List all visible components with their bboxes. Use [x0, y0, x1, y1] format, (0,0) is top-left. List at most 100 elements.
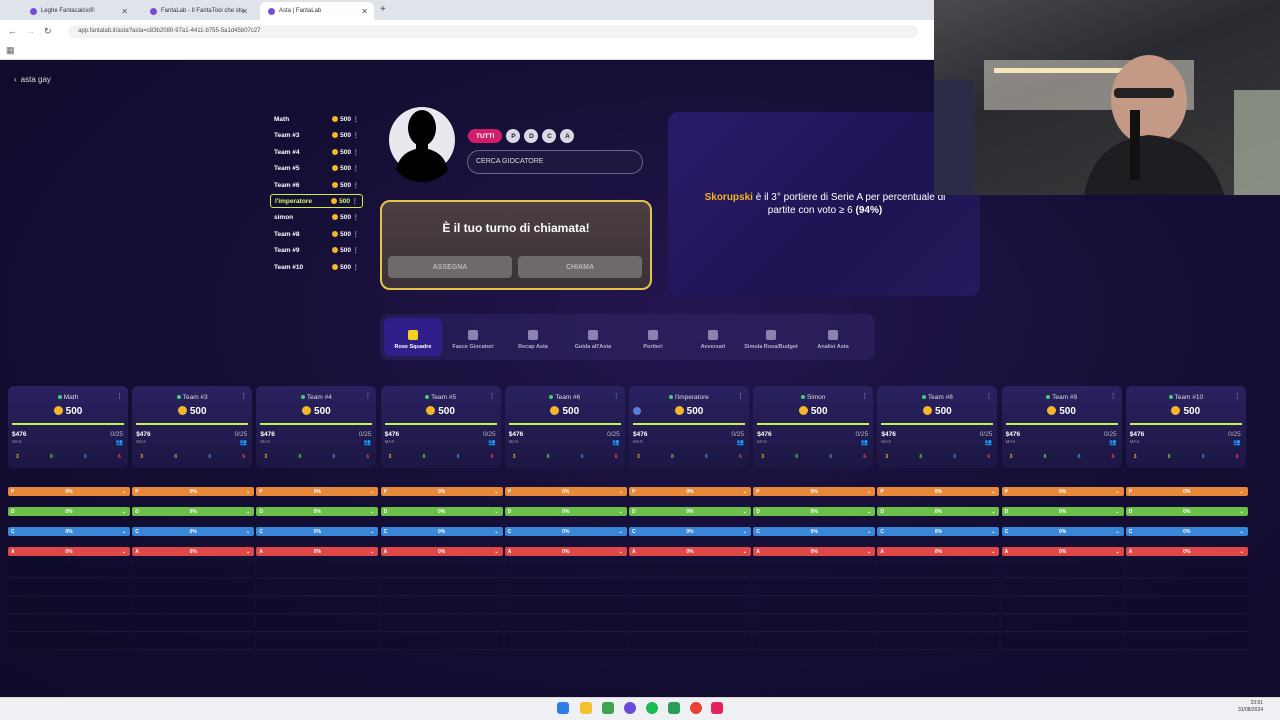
role-filter-dropdown[interactable]: D 0% ⌄	[1001, 507, 1124, 516]
role-filter-dropdown[interactable]: C 0% ⌄	[380, 527, 503, 536]
team-list-item[interactable]: Math 500 ⋮	[270, 112, 363, 126]
team-list-item[interactable]: Team #9 500 ⋮	[270, 243, 363, 257]
role-filter-dropdown[interactable]: P 0% ⌄	[8, 487, 130, 496]
more-options-icon[interactable]: ⋮	[353, 230, 360, 238]
role-filter-dropdown[interactable]: P 0% ⌄	[629, 487, 751, 496]
more-options-icon[interactable]: ⋮	[353, 246, 360, 254]
filter-a[interactable]: A	[560, 129, 575, 143]
role-filter-dropdown[interactable]: C 0% ⌄	[629, 527, 751, 536]
more-options-icon[interactable]: ⋮	[737, 392, 744, 400]
more-options-icon[interactable]: ⋮	[1110, 392, 1117, 400]
role-filter-dropdown[interactable]: C 0% ⌄	[504, 527, 627, 536]
role-filter-dropdown[interactable]: P 0% ⌄	[1125, 487, 1248, 496]
menu-tab[interactable]: Guida all'Asta	[564, 318, 622, 356]
more-options-icon[interactable]: ⋮	[489, 392, 496, 400]
app-icon[interactable]	[668, 702, 680, 714]
menu-tab[interactable]: Portieri	[624, 318, 682, 356]
role-filter-dropdown[interactable]: A 0% ⌄	[132, 547, 255, 556]
browser-tab[interactable]: FantaLab - Il FantaTool che stu ✕	[142, 2, 254, 20]
more-options-icon[interactable]: ⋮	[613, 392, 620, 400]
menu-tab[interactable]: Avversari	[684, 318, 742, 356]
team-list-item[interactable]: Team #8 500 ⋮	[270, 227, 363, 241]
role-filter-dropdown[interactable]: A 0% ⌄	[1125, 547, 1248, 556]
tiktok-icon[interactable]	[711, 702, 723, 714]
role-filter-dropdown[interactable]: A 0% ⌄	[1001, 547, 1124, 556]
more-options-icon[interactable]: ⋮	[353, 148, 360, 156]
role-filter-dropdown[interactable]: P 0% ⌄	[1001, 487, 1124, 496]
more-options-icon[interactable]: ⋮	[364, 392, 371, 400]
more-options-icon[interactable]: ⋮	[116, 392, 123, 400]
role-filter-dropdown[interactable]: A 0% ⌄	[629, 547, 751, 556]
filter-all[interactable]: TUTTI	[468, 129, 503, 143]
role-filter-dropdown[interactable]: A 0% ⌄	[8, 547, 130, 556]
role-filter-dropdown[interactable]: A 0% ⌄	[380, 547, 503, 556]
team-list-item[interactable]: l'imperatore 500 ⋮	[270, 194, 363, 208]
close-tab-icon[interactable]: ✕	[121, 7, 128, 16]
reload-icon[interactable]: ↻	[44, 26, 52, 37]
role-filter-dropdown[interactable]: P 0% ⌄	[132, 487, 255, 496]
team-list-item[interactable]: simon 500 ⋮	[270, 210, 363, 224]
filter-c[interactable]: C	[542, 129, 557, 143]
role-filter-dropdown[interactable]: D 0% ⌄	[256, 507, 379, 516]
more-options-icon[interactable]: ⋮	[240, 392, 247, 400]
forward-arrow-icon[interactable]: →	[26, 26, 35, 36]
chrome-icon[interactable]	[690, 702, 702, 714]
role-filter-dropdown[interactable]: D 0% ⌄	[877, 507, 1000, 516]
new-tab-button[interactable]: +	[380, 4, 386, 15]
close-tab-icon[interactable]: ✕	[361, 7, 368, 16]
call-button[interactable]: CHIAMA	[518, 256, 642, 278]
more-options-icon[interactable]: ⋮	[985, 392, 992, 400]
role-filter-dropdown[interactable]: D 0% ⌄	[1125, 507, 1248, 516]
close-tab-icon[interactable]: ✕	[241, 7, 248, 16]
role-filter-dropdown[interactable]: C 0% ⌄	[256, 527, 379, 536]
menu-tab[interactable]: Recap Asta	[504, 318, 562, 356]
app-icon[interactable]	[624, 702, 636, 714]
role-filter-dropdown[interactable]: C 0% ⌄	[8, 527, 130, 536]
apps-grid-icon[interactable]: ▦	[6, 45, 15, 56]
role-filter-dropdown[interactable]: D 0% ⌄	[380, 507, 503, 516]
role-filter-dropdown[interactable]: C 0% ⌄	[753, 527, 876, 536]
role-filter-dropdown[interactable]: D 0% ⌄	[753, 507, 876, 516]
team-list-item[interactable]: Team #3 500 ⋮	[270, 128, 363, 142]
browser-tab-active[interactable]: Asta | FantaLab ✕	[260, 2, 374, 20]
filter-d[interactable]: D	[524, 129, 539, 143]
team-list-item[interactable]: Team #4 500 ⋮	[270, 145, 363, 159]
menu-tab[interactable]: Fasce Giocatori	[444, 318, 502, 356]
menu-tab[interactable]: Rose Squadre	[384, 318, 442, 356]
menu-tab[interactable]: Analisi Asta	[804, 318, 862, 356]
team-list-item[interactable]: Team #5 500 ⋮	[270, 161, 363, 175]
role-filter-dropdown[interactable]: C 0% ⌄	[877, 527, 1000, 536]
role-filter-dropdown[interactable]: P 0% ⌄	[380, 487, 503, 496]
minecraft-icon[interactable]	[602, 702, 614, 714]
file-explorer-icon[interactable]	[580, 702, 592, 714]
url-field[interactable]: app.fantalab.it/asta?asta=c83b2080-97a1-…	[68, 25, 918, 38]
role-filter-dropdown[interactable]: D 0% ⌄	[132, 507, 255, 516]
more-options-icon[interactable]: ⋮	[353, 131, 360, 139]
back-arrow-icon[interactable]: ←	[8, 26, 17, 36]
role-filter-dropdown[interactable]: C 0% ⌄	[1125, 527, 1248, 536]
spotify-icon[interactable]	[646, 702, 658, 714]
role-filter-dropdown[interactable]: A 0% ⌄	[877, 547, 1000, 556]
more-options-icon[interactable]: ⋮	[861, 392, 868, 400]
search-player-input[interactable]: CERCA GIOCATORE	[467, 150, 643, 174]
role-filter-dropdown[interactable]: A 0% ⌄	[504, 547, 627, 556]
role-filter-dropdown[interactable]: P 0% ⌄	[753, 487, 876, 496]
role-filter-dropdown[interactable]: A 0% ⌄	[256, 547, 379, 556]
role-filter-dropdown[interactable]: C 0% ⌄	[132, 527, 255, 536]
more-options-icon[interactable]: ⋮	[353, 164, 360, 172]
role-filter-dropdown[interactable]: P 0% ⌄	[504, 487, 627, 496]
role-filter-dropdown[interactable]: P 0% ⌄	[256, 487, 379, 496]
more-options-icon[interactable]: ⋮	[353, 115, 360, 123]
role-filter-dropdown[interactable]: D 0% ⌄	[629, 507, 751, 516]
more-options-icon[interactable]: ⋮	[1234, 392, 1241, 400]
browser-tab[interactable]: Leghe Fantacalcio® ✕	[22, 2, 134, 20]
role-filter-dropdown[interactable]: D 0% ⌄	[8, 507, 130, 516]
start-icon[interactable]	[557, 702, 569, 714]
back-link[interactable]: ‹ asta gay	[14, 75, 51, 84]
role-filter-dropdown[interactable]: C 0% ⌄	[1001, 527, 1124, 536]
role-filter-dropdown[interactable]: A 0% ⌄	[753, 547, 876, 556]
more-options-icon[interactable]: ⋮	[353, 213, 360, 221]
assign-button[interactable]: ASSEGNA	[388, 256, 512, 278]
role-filter-dropdown[interactable]: P 0% ⌄	[877, 487, 1000, 496]
more-options-icon[interactable]: ⋮	[353, 263, 360, 271]
